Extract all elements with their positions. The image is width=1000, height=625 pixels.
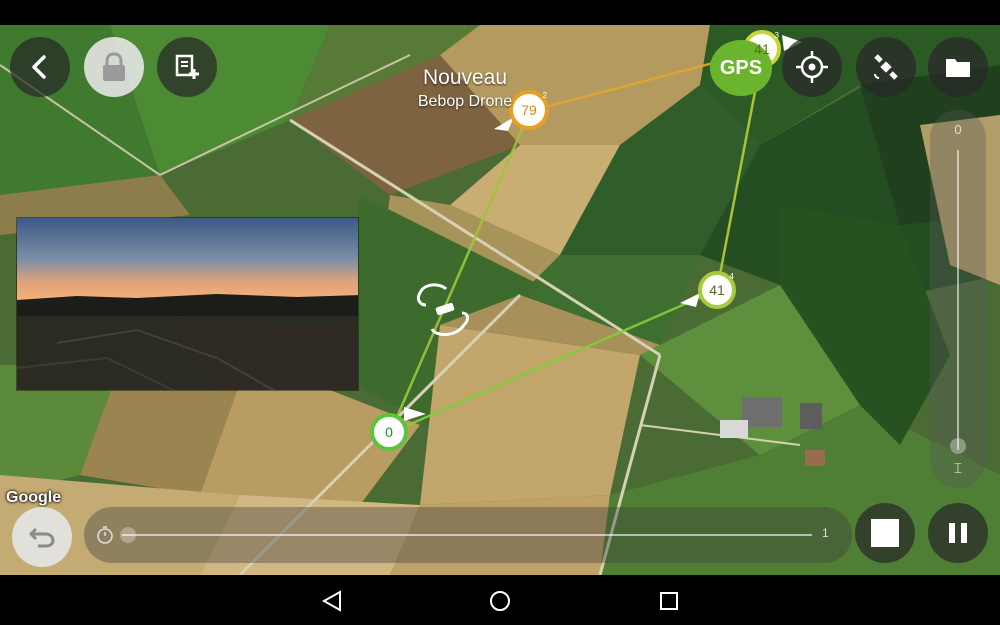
home-circle-icon[interactable] [488,589,512,613]
timeline-track[interactable] [122,534,812,536]
drone-icon [416,283,470,336]
google-attribution: Google [6,489,62,506]
folder-icon [946,59,970,77]
mission-title: Nouveau [422,66,508,89]
altitude-knob[interactable] [950,438,966,454]
stop-button[interactable] [855,503,915,563]
satellite-view-button[interactable] [856,37,916,97]
video-preview[interactable] [16,217,359,391]
timer-icon [97,526,113,544]
recents-square-icon[interactable] [658,590,680,612]
stop-icon [871,519,899,547]
chevron-left-icon [32,55,46,79]
mission-timeline[interactable]: 1 [84,507,852,563]
status-bar [0,0,1000,25]
height-handle-icon: ⌶ [953,460,963,476]
crosshair-icon [796,51,828,83]
add-mission-icon [175,54,199,79]
undo-button[interactable] [12,507,72,567]
altitude-value: 0 [954,122,962,137]
map-view[interactable]: 0 79 2 41 3 41 4 Google Nouveau Bebop Dr… [0,25,1000,575]
undo-icon [29,527,55,548]
waypoint-3[interactable]: 41 4 [698,271,736,309]
add-mission-button[interactable] [157,37,217,97]
altitude-track[interactable] [957,150,959,450]
camera-feed-image [17,218,358,390]
folder-button[interactable] [928,37,988,97]
pause-button[interactable] [928,503,988,563]
timeline-end-label: 1 [822,526,829,540]
waypoint-home[interactable]: 0 [370,413,408,451]
timeline-knob[interactable] [120,527,136,543]
back-triangle-icon[interactable] [320,590,344,612]
pause-icon [949,523,967,543]
locate-button[interactable] [782,37,842,97]
satellite-icon [874,54,898,80]
lock-icon [103,52,125,81]
altitude-slider[interactable]: 0 ⌶ [930,110,986,488]
lock-button[interactable] [84,37,144,97]
back-button[interactable] [10,37,70,97]
android-nav-bar [0,575,1000,625]
